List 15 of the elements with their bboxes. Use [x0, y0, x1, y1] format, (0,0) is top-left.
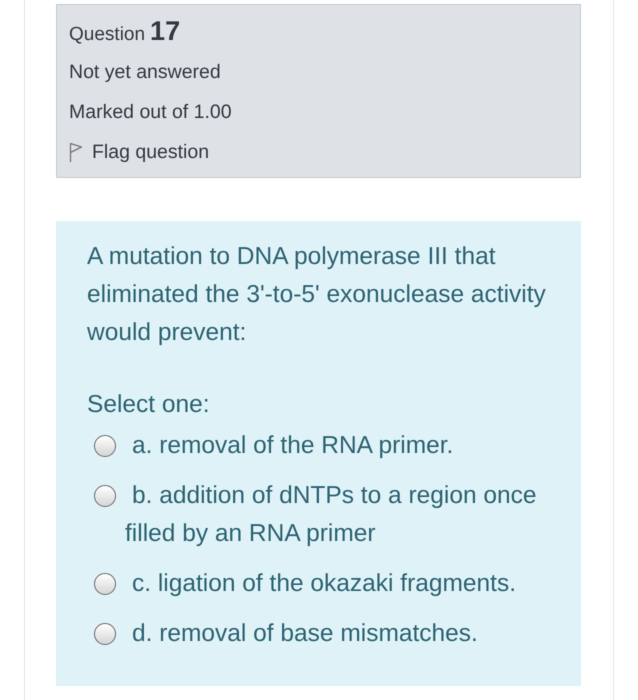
answer-status: Not yet answered: [69, 60, 221, 84]
question-text: A mutation to DNA polymerase III that eliminated the 3'-to-5' exonuclease activity would prevent:: [87, 242, 547, 348]
radio-button[interactable]: [94, 573, 116, 595]
question-label: Question: [69, 23, 146, 47]
radio-button[interactable]: [94, 485, 116, 507]
option-label[interactable]: d. removal of base mismatches.: [125, 615, 565, 653]
select-prompt: Select one:: [87, 390, 211, 420]
option-label[interactable]: b. addition of dNTPs to a region once filled by an RNA primer: [125, 477, 565, 553]
radio-button[interactable]: [94, 435, 116, 457]
option-label[interactable]: a. removal of the RNA primer.: [125, 427, 565, 465]
marks-text: Marked out of 1.00: [69, 100, 232, 124]
flag-question-link[interactable]: Flag question: [69, 140, 210, 164]
radio-button[interactable]: [94, 623, 116, 645]
question-number: 17: [150, 19, 180, 44]
option-label[interactable]: c. ligation of the okazaki fragments.: [125, 565, 565, 603]
